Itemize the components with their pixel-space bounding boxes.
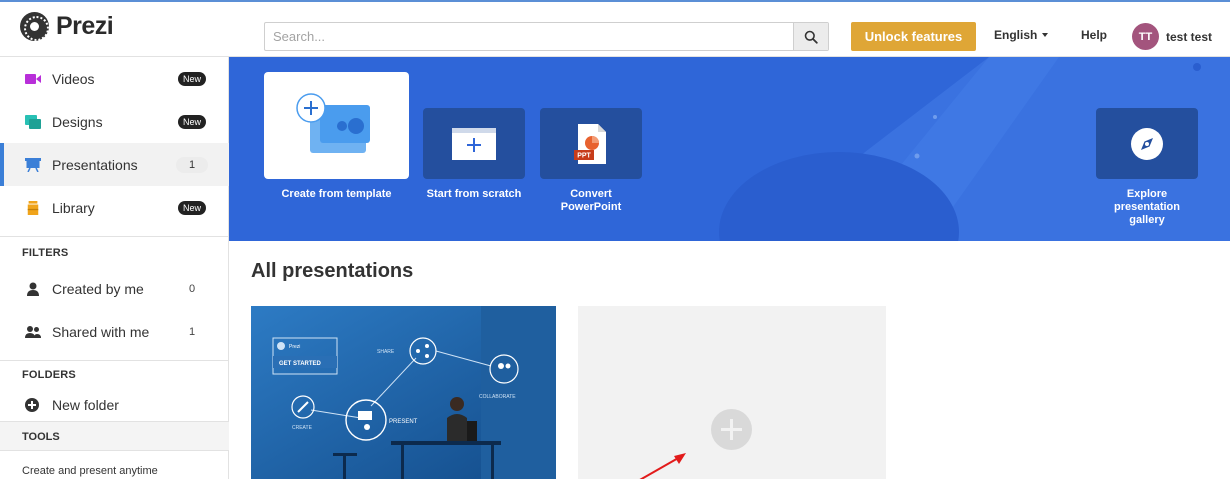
annotation-arrow [639,453,686,479]
page-title: All presentations [251,260,414,282]
language-label: English [994,28,1038,42]
filter-created-by-me[interactable]: Created by me 0 [0,267,229,310]
tools-heading: TOOLS [22,431,60,443]
presentation-thumbnail: Prezi GET STARTED SHARE COLLABORATE CREA… [251,306,556,479]
prezi-logo[interactable]: Prezi [20,12,114,41]
filter-label: Shared with me [52,323,150,340]
new-folder-label: New folder [52,397,119,413]
sidebar-item-videos[interactable]: Videos New [0,57,229,100]
sidebar-item-label: Library [52,199,95,216]
search-button[interactable] [793,23,828,50]
template-icon [295,92,370,153]
prezi-logo-icon [20,12,49,41]
thumb-share: SHARE [377,349,395,355]
sidebar-item-label: Presentations [52,156,138,173]
convert-powerpoint-label[interactable]: Convert PowerPoint [535,188,647,214]
thumb-present: PRESENT [389,419,418,425]
filter-label: Created by me [52,280,144,297]
start-from-scratch-label[interactable]: Start from scratch [413,188,535,201]
avatar: TT [1132,23,1159,50]
designs-icon [25,114,41,129]
language-selector[interactable]: English [994,28,1049,42]
scratch-plus-icon [452,127,496,160]
presentation-icon [25,157,41,172]
sidebar-item-library[interactable]: Library New [0,186,229,229]
top-bar: Prezi Unlock features English Help TT te… [0,0,1230,57]
convert-powerpoint-tile[interactable]: PPT [540,108,642,179]
filter-shared-with-me[interactable]: Shared with me 1 [0,310,229,353]
user-menu[interactable]: TT test test [1132,23,1212,50]
library-icon [27,200,39,215]
explore-gallery-label[interactable]: Explore presentation gallery [1091,188,1203,227]
sidebar-item-designs[interactable]: Designs New [0,100,229,143]
add-icon [711,409,752,450]
new-folder-button[interactable]: New folder [0,389,229,421]
thumb-collaborate: COLLABORATE [479,394,516,400]
sidebar-item-label: Designs [52,113,103,130]
logo-text: Prezi [56,12,114,40]
add-circle-icon [25,398,39,412]
new-badge: New [178,71,207,86]
divider [0,360,229,361]
new-presentation-card[interactable] [578,306,886,479]
label-line: presentation [1113,201,1180,213]
sidebar-item-presentations[interactable]: Presentations 1 [0,143,229,186]
start-from-scratch-tile[interactable] [423,108,525,179]
explore-gallery-tile[interactable] [1096,108,1198,179]
new-badge: New [178,200,207,215]
compass-icon [1131,127,1163,160]
presentation-card[interactable]: Prezi GET STARTED SHARE COLLABORATE CREA… [251,306,556,479]
prezi-dashboard: Prezi Unlock features English Help TT te… [0,0,1230,479]
search-input[interactable] [265,23,790,50]
label-line: gallery [1129,214,1165,226]
filter-count: 0 [189,282,196,295]
label-line: PowerPoint [560,201,622,213]
ppt-icon-text: PPT [577,152,591,159]
video-icon [25,73,41,84]
user-icon [27,282,39,296]
create-from-template-tile[interactable] [264,72,409,179]
label-line: Convert [570,188,612,200]
create-from-template-label[interactable]: Create from template [264,188,409,201]
sidebar: Videos New Designs New Presentations 1 L… [0,57,229,479]
divider [0,236,229,237]
filters-heading: FILTERS [22,247,69,259]
help-link[interactable]: Help [1081,28,1107,42]
count-badge: 1 [176,156,208,173]
search-box [264,22,829,51]
user-name: test test [1166,29,1213,44]
filter-count: 1 [189,325,196,338]
folders-heading: FOLDERS [22,369,76,381]
sidebar-item-label: Videos [52,70,95,87]
ppt-icon: PPT [574,123,606,164]
thumb-create: CREATE [292,425,313,431]
new-badge: New [178,114,207,129]
thumb-get-started: GET STARTED [279,361,322,367]
thumb-logo-text: Prezi [289,344,300,350]
search-icon [804,30,818,44]
label-line: Explore [1126,188,1168,200]
unlock-features-button[interactable]: Unlock features [851,22,976,51]
users-icon [25,325,41,338]
create-banner: Create from template Start from scratch … [229,57,1230,241]
tools-description: Create and present anytime [22,465,158,477]
tools-section: TOOLS [0,421,229,451]
chevron-down-icon [1042,33,1049,37]
